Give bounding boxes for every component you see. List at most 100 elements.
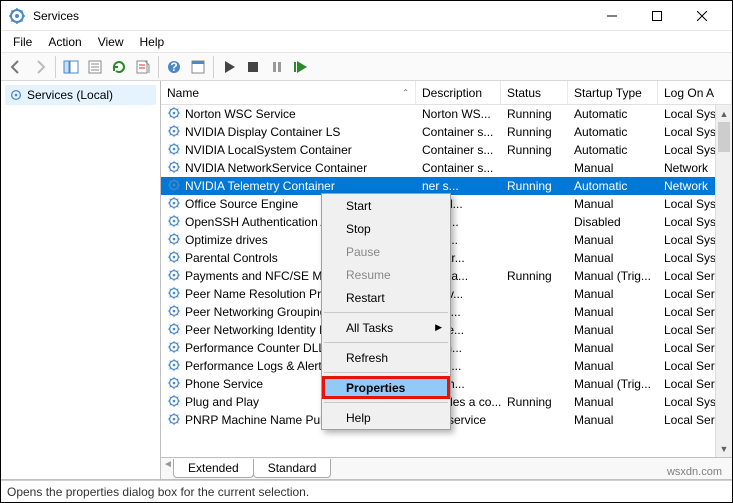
list-header: Name⌃ Description Status Startup Type Lo…	[161, 81, 732, 105]
service-gear-icon	[167, 178, 181, 195]
cell-startup-type: Manual	[568, 161, 658, 175]
service-row[interactable]: NVIDIA Display Container LSContainer s..…	[161, 123, 732, 141]
cell-description: Norton WS...	[416, 107, 501, 121]
menu-action[interactable]: Action	[40, 33, 89, 51]
service-row[interactable]: NVIDIA NetworkService ContainerContainer…	[161, 159, 732, 177]
ctx-restart[interactable]: Restart	[322, 286, 450, 309]
cell-startup-type: Manual (Trig...	[568, 269, 658, 283]
ctx-separator	[324, 312, 448, 313]
column-header-status[interactable]: Status	[501, 81, 568, 104]
ctx-pause: Pause	[322, 240, 450, 263]
ctx-start[interactable]: Start	[322, 194, 450, 217]
service-row[interactable]: NVIDIA LocalSystem ContainerContainer s.…	[161, 141, 732, 159]
cell-startup-type: Manual	[568, 197, 658, 211]
service-gear-icon	[167, 376, 181, 393]
ctx-all-tasks[interactable]: All Tasks▶	[322, 316, 450, 339]
stop-service-button[interactable]	[242, 56, 264, 78]
menu-view[interactable]: View	[90, 33, 132, 51]
submenu-arrow-icon: ▶	[435, 322, 442, 333]
cell-startup-type: Manual	[568, 359, 658, 373]
service-gear-icon	[167, 124, 181, 141]
cell-name: NVIDIA Display Container LS	[161, 124, 416, 141]
ctx-refresh[interactable]: Refresh	[322, 346, 450, 369]
cell-status: Running	[501, 179, 568, 193]
context-menu: Start Stop Pause Resume Restart All Task…	[321, 193, 451, 430]
services-app-icon	[9, 8, 25, 24]
export-button[interactable]	[84, 56, 106, 78]
cell-name: NVIDIA Telemetry Container	[161, 178, 416, 195]
view-tabs: ◄ ► Extended Standard	[161, 457, 732, 479]
minimize-button[interactable]	[589, 1, 634, 30]
menu-file[interactable]: File	[5, 33, 40, 51]
window-title: Services	[33, 9, 589, 23]
service-gear-icon	[167, 268, 181, 285]
tree-node-services-local[interactable]: Services (Local)	[5, 85, 156, 105]
tab-standard[interactable]: Standard	[253, 459, 332, 478]
cell-status: Running	[501, 395, 568, 409]
ctx-separator	[324, 342, 448, 343]
cell-status: Running	[501, 125, 568, 139]
back-button[interactable]	[5, 56, 27, 78]
cell-startup-type: Manual	[568, 323, 658, 337]
cell-startup-type: Manual	[568, 395, 658, 409]
start-service-button[interactable]	[218, 56, 240, 78]
service-gear-icon	[167, 412, 181, 429]
cell-startup-type: Manual	[568, 251, 658, 265]
watermark-text: wsxdn.com	[667, 466, 722, 478]
ctx-separator	[324, 402, 448, 403]
cell-status: Running	[501, 269, 568, 283]
cell-status: Running	[501, 143, 568, 157]
ctx-help[interactable]: Help	[322, 406, 450, 429]
service-gear-icon	[167, 214, 181, 231]
cell-startup-type: Automatic	[568, 125, 658, 139]
column-header-logon-as[interactable]: Log On A	[658, 81, 732, 104]
ctx-separator	[324, 372, 448, 373]
cell-startup-type: Manual (Trig...	[568, 377, 658, 391]
refresh-button[interactable]	[108, 56, 130, 78]
svg-text:?: ?	[170, 60, 177, 74]
cell-startup-type: Manual	[568, 305, 658, 319]
ctx-properties[interactable]: Properties	[322, 376, 450, 399]
scroll-down-button[interactable]: ▼	[716, 440, 732, 457]
tree-node-label: Services (Local)	[27, 88, 113, 102]
service-gear-icon	[167, 394, 181, 411]
toolbar-separator	[213, 56, 214, 78]
restart-service-button[interactable]	[290, 56, 312, 78]
service-gear-icon	[167, 250, 181, 267]
close-button[interactable]	[679, 1, 724, 30]
status-text: Opens the properties dialog box for the …	[7, 485, 309, 499]
export-list-button[interactable]	[132, 56, 154, 78]
service-gear-icon	[167, 286, 181, 303]
cell-startup-type: Manual	[568, 341, 658, 355]
cell-description: ner s...	[416, 179, 501, 193]
cell-name: NVIDIA LocalSystem Container	[161, 142, 416, 159]
ctx-stop[interactable]: Stop	[322, 217, 450, 240]
cell-startup-type: Manual	[568, 233, 658, 247]
forward-button[interactable]	[29, 56, 51, 78]
menu-bar: File Action View Help	[1, 31, 732, 53]
service-gear-icon	[167, 142, 181, 159]
toolbar-separator	[158, 56, 159, 78]
toolbar: ?	[1, 53, 732, 81]
service-gear-icon	[167, 322, 181, 339]
service-gear-icon	[167, 160, 181, 177]
cell-startup-type: Manual	[568, 413, 658, 427]
pause-service-button[interactable]	[266, 56, 288, 78]
cell-name: Norton WSC Service	[161, 106, 416, 123]
status-bar: Opens the properties dialog box for the …	[1, 480, 732, 502]
properties-button[interactable]	[187, 56, 209, 78]
column-header-name[interactable]: Name⌃	[161, 81, 416, 104]
help-button[interactable]: ?	[163, 56, 185, 78]
service-row[interactable]: Norton WSC ServiceNorton WS...RunningAut…	[161, 105, 732, 123]
tab-extended[interactable]: Extended	[173, 459, 254, 478]
scroll-up-button[interactable]: ▲	[716, 105, 732, 122]
vertical-scrollbar[interactable]: ▲ ▼	[715, 105, 732, 457]
column-header-startup-type[interactable]: Startup Type	[568, 81, 658, 104]
column-header-description[interactable]: Description	[416, 81, 501, 104]
scroll-thumb[interactable]	[718, 122, 730, 152]
maximize-button[interactable]	[634, 1, 679, 30]
cell-description: Container s...	[416, 125, 501, 139]
show-hide-tree-button[interactable]	[60, 56, 82, 78]
service-gear-icon	[167, 358, 181, 375]
menu-help[interactable]: Help	[132, 33, 173, 51]
